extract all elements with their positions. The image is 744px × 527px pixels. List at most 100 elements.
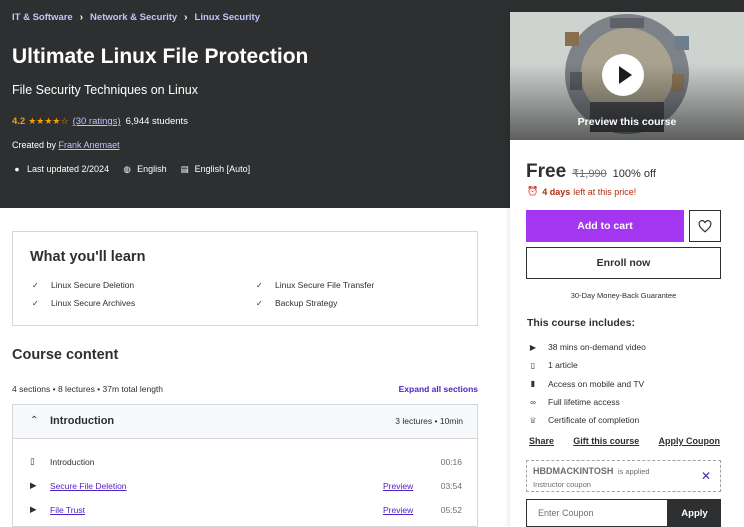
- share-link[interactable]: Share: [529, 436, 554, 446]
- current-price: Free: [526, 161, 567, 182]
- created-by: Created by Frank Anemaet: [12, 140, 120, 150]
- learn-box: What you'll learn ✓ Linux Secure Deletion…: [12, 231, 478, 326]
- learn-item-text: Linux Secure Deletion: [51, 280, 135, 290]
- coupon-applied-text: is applied: [617, 467, 650, 476]
- include-text: Certificate of completion: [548, 415, 640, 426]
- add-to-cart-button[interactable]: Add to cart: [526, 210, 684, 242]
- lecture-row: ▶ Secure File Deletion Preview 03:54: [13, 480, 477, 494]
- apply-coupon-link[interactable]: Apply Coupon: [659, 436, 721, 446]
- preview-link[interactable]: Preview: [383, 505, 413, 515]
- wishlist-button[interactable]: [689, 210, 721, 242]
- lecture-name[interactable]: Secure File Deletion: [50, 481, 127, 491]
- author-link[interactable]: Frank Anemaet: [59, 140, 120, 150]
- learn-item-text: Backup Strategy: [275, 298, 338, 308]
- rating-row: 4.2 ★★★★☆ (30 ratings) 6,944 students: [12, 116, 188, 127]
- curriculum-section: ⌃ Introduction 3 lectures • 10min ▯ Intr…: [12, 404, 478, 527]
- timer-days: 4 days: [542, 186, 571, 197]
- learn-item: ✓ Linux Secure Deletion: [32, 280, 134, 290]
- chevron-right-icon: ›: [79, 12, 84, 23]
- breadcrumb-it-software[interactable]: IT & Software: [12, 12, 73, 23]
- include-item: ▮ Access on mobile and TV: [527, 375, 646, 393]
- course-meta: ● Last updated 2/2024 ◍ English ▤ Englis…: [12, 164, 263, 174]
- breadcrumb: IT & Software › Network & Security › Lin…: [12, 12, 260, 23]
- chevron-up-icon: ⌃: [30, 415, 39, 426]
- section-name: Introduction: [50, 415, 115, 427]
- include-text: Full lifetime access: [548, 397, 620, 408]
- star-rating-icon: ★★★★☆: [28, 116, 69, 126]
- last-updated: ● Last updated 2/2024: [12, 164, 109, 174]
- card-links: Share Gift this course Apply Coupon: [529, 436, 720, 446]
- original-price: ₹1,990: [572, 168, 607, 180]
- course-title: Ultimate Linux File Protection: [12, 45, 309, 68]
- remove-coupon-icon[interactable]: ✕: [701, 469, 711, 483]
- mobile-icon: ▮: [530, 379, 536, 389]
- price-row: Free ₹1,990 100% off: [526, 161, 656, 183]
- captions: ▤ English [Auto]: [180, 164, 251, 174]
- section-header[interactable]: ⌃ Introduction 3 lectures • 10min: [13, 405, 477, 439]
- check-icon: ✓: [32, 280, 39, 290]
- language-text: English: [137, 164, 167, 174]
- lecture-row: ▯ Introduction 00:16: [13, 456, 477, 470]
- include-text: Access on mobile and TV: [548, 378, 645, 389]
- learn-item: ✓ Backup Strategy: [256, 298, 337, 308]
- lecture-duration: 00:16: [440, 457, 462, 467]
- includes-title: This course includes:: [527, 317, 635, 329]
- learn-title: What you'll learn: [30, 249, 146, 265]
- preview-label: Preview this course: [577, 116, 677, 128]
- breadcrumb-linux-security[interactable]: Linux Security: [195, 12, 260, 23]
- preview-link[interactable]: Preview: [383, 481, 413, 491]
- section-stats: 3 lectures • 10min: [395, 416, 463, 426]
- learn-item-text: Linux Secure Archives: [51, 298, 136, 308]
- check-icon: ✓: [256, 280, 263, 290]
- file-icon: ▯: [530, 360, 536, 370]
- lecture-name[interactable]: File Trust: [50, 505, 85, 515]
- expand-all-sections[interactable]: Expand all sections: [399, 384, 478, 394]
- learn-item-text: Linux Secure File Transfer: [275, 280, 375, 290]
- money-back-guarantee: 30-Day Money-Back Guarantee: [570, 291, 677, 300]
- alarm-clock-icon: ⏰: [527, 186, 539, 196]
- coupon-code-text: HBDMACKINTOSH: [533, 466, 614, 476]
- coupon-type: Instructor coupon: [533, 480, 591, 489]
- gift-course-link[interactable]: Gift this course: [573, 436, 639, 446]
- lecture-duration: 03:54: [440, 481, 462, 491]
- course-subtitle: File Security Techniques on Linux: [12, 83, 198, 97]
- infinity-icon: ∞: [530, 397, 536, 407]
- trophy-icon: ♕: [529, 415, 537, 425]
- video-icon: ▶: [30, 480, 37, 490]
- apply-coupon-button[interactable]: Apply: [668, 499, 721, 527]
- video-icon: ▶: [30, 504, 37, 514]
- chevron-right-icon: ›: [184, 12, 188, 23]
- check-icon: ✓: [32, 298, 39, 308]
- ratings-link[interactable]: (30 ratings): [73, 116, 121, 127]
- play-icon[interactable]: [602, 54, 644, 96]
- language: ◍ English: [122, 164, 167, 174]
- include-item: ▶ 38 mins on-demand video: [527, 338, 646, 356]
- coupon-input[interactable]: [526, 499, 668, 527]
- file-icon: ▯: [30, 456, 35, 466]
- created-label: Created by: [12, 140, 57, 150]
- heart-icon: [698, 219, 712, 233]
- includes-list: ▶ 38 mins on-demand video ▯ 1 article ▮ Acc…: [527, 338, 646, 429]
- include-item: ∞ Full lifetime access: [527, 393, 646, 411]
- course-preview[interactable]: Preview this course: [510, 12, 744, 140]
- course-content-summary: 4 sections • 8 lectures • 37m total leng…: [12, 384, 164, 394]
- include-item: ▯ 1 article: [527, 356, 646, 374]
- last-updated-text: Last updated 2/2024: [27, 164, 110, 174]
- lecture-row: ▶ File Trust Preview 05:52: [13, 504, 477, 518]
- discount: 100% off: [612, 168, 656, 180]
- rating-value: 4.2: [12, 116, 26, 127]
- students-count: 6,944 students: [125, 116, 188, 127]
- check-icon: ✓: [256, 298, 263, 308]
- lecture-name: Introduction: [50, 457, 95, 467]
- timer-text: left at this price!: [573, 186, 637, 197]
- lecture-duration: 05:52: [440, 505, 462, 515]
- learn-item: ✓ Linux Secure Archives: [32, 298, 135, 308]
- enroll-now-button[interactable]: Enroll now: [526, 247, 721, 279]
- captions-icon: ▤: [180, 164, 189, 174]
- include-item: ♕ Certificate of completion: [527, 411, 646, 429]
- coupon-code: HBDMACKINTOSH is applied: [533, 466, 650, 476]
- applied-coupon: HBDMACKINTOSH is applied Instructor coup…: [526, 460, 721, 492]
- include-text: 38 mins on-demand video: [548, 342, 646, 353]
- course-content-title: Course content: [12, 347, 119, 363]
- breadcrumb-network-security[interactable]: Network & Security: [90, 12, 177, 23]
